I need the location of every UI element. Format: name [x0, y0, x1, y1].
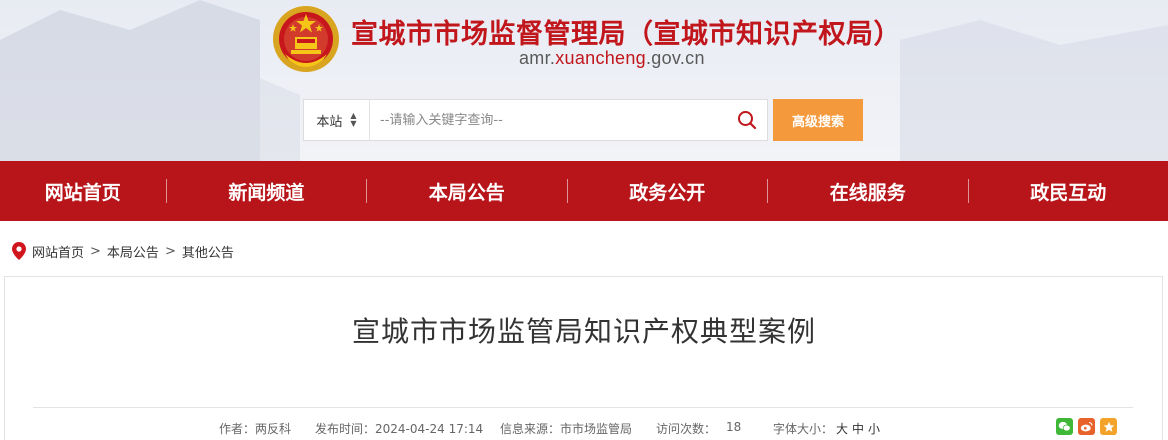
- location-pin-icon: [12, 242, 26, 260]
- source-label: 信息来源：: [500, 422, 561, 436]
- search-scope-value: 本站: [316, 114, 343, 130]
- article-title: 宣城市市场监管局知识产权典型案例: [351, 315, 816, 348]
- advanced-search-button[interactable]: 高级搜索: [773, 99, 863, 141]
- font-size-large[interactable]: 大: [836, 420, 848, 437]
- nav-item-online-services[interactable]: 在线服务: [768, 161, 967, 221]
- search-icon[interactable]: [727, 100, 767, 140]
- nav-item-government-affairs[interactable]: 政务公开: [568, 161, 767, 221]
- visits-count: 18: [726, 420, 742, 434]
- national-emblem-icon: [273, 6, 339, 72]
- breadcrumb: 网站首页 > 本局公告 > 其他公告: [12, 241, 234, 261]
- nav-item-news[interactable]: 新闻频道: [167, 161, 366, 221]
- article-panel: [4, 276, 1163, 440]
- main-nav: 网站首页 新闻频道 本局公告 政务公开 在线服务 政民互动: [0, 161, 1168, 221]
- weibo-share-icon[interactable]: [1078, 418, 1095, 435]
- favorite-star-icon[interactable]: [1100, 418, 1117, 435]
- publish-time: 2024-04-24 17:14: [375, 422, 484, 436]
- site-domain: amr.xuancheng.gov.cn: [519, 48, 705, 69]
- author-label: 作者：: [219, 422, 256, 436]
- search-scope-select[interactable]: 本站 ▲ ▼: [304, 100, 370, 140]
- article-meta: 作者：两反科 发布时间：2024-04-24 17:14 信息来源：市市场监管局…: [0, 420, 1168, 438]
- source-meta: 信息来源：市市场监管局: [500, 420, 632, 437]
- author-meta: 作者：两反科: [219, 420, 291, 437]
- publish-meta: 发布时间：2024-04-24 17:14: [315, 420, 483, 437]
- search-input[interactable]: [370, 100, 727, 140]
- site-title: 宣城市市场监督管理局（宣城市知识产权局）: [351, 19, 901, 50]
- font-size-label: 字体大小：: [773, 422, 834, 436]
- nav-item-interaction[interactable]: 政民互动: [969, 161, 1168, 221]
- font-size-small[interactable]: 小: [868, 420, 880, 437]
- breadcrumb-announcements[interactable]: 本局公告: [107, 242, 159, 261]
- breadcrumb-separator: >: [164, 243, 176, 259]
- search-bar: 本站 ▲ ▼: [303, 99, 768, 141]
- domain-highlight: xuancheng: [555, 48, 646, 68]
- site-header: 宣城市市场监督管理局（宣城市知识产权局） amr.xuancheng.gov.c…: [0, 0, 1168, 161]
- source-value: 市市场监管局: [560, 422, 633, 436]
- nav-item-home[interactable]: 网站首页: [0, 161, 166, 221]
- author-value: 两反科: [255, 422, 292, 436]
- wechat-share-icon[interactable]: [1056, 418, 1073, 435]
- font-size-medium[interactable]: 中: [852, 420, 864, 437]
- publish-label: 发布时间：: [315, 422, 376, 436]
- breadcrumb-other-announcements[interactable]: 其他公告: [182, 242, 234, 261]
- visits-label: 访问次数：: [656, 422, 717, 436]
- title-divider: [33, 407, 1133, 408]
- nav-item-announcements[interactable]: 本局公告: [367, 161, 566, 221]
- breadcrumb-separator: >: [90, 243, 101, 259]
- sort-arrows-icon: ▲ ▼: [350, 111, 357, 128]
- domain-suffix: .gov.cn: [646, 48, 705, 68]
- breadcrumb-home[interactable]: 网站首页: [32, 242, 84, 261]
- domain-prefix: amr.: [519, 48, 556, 68]
